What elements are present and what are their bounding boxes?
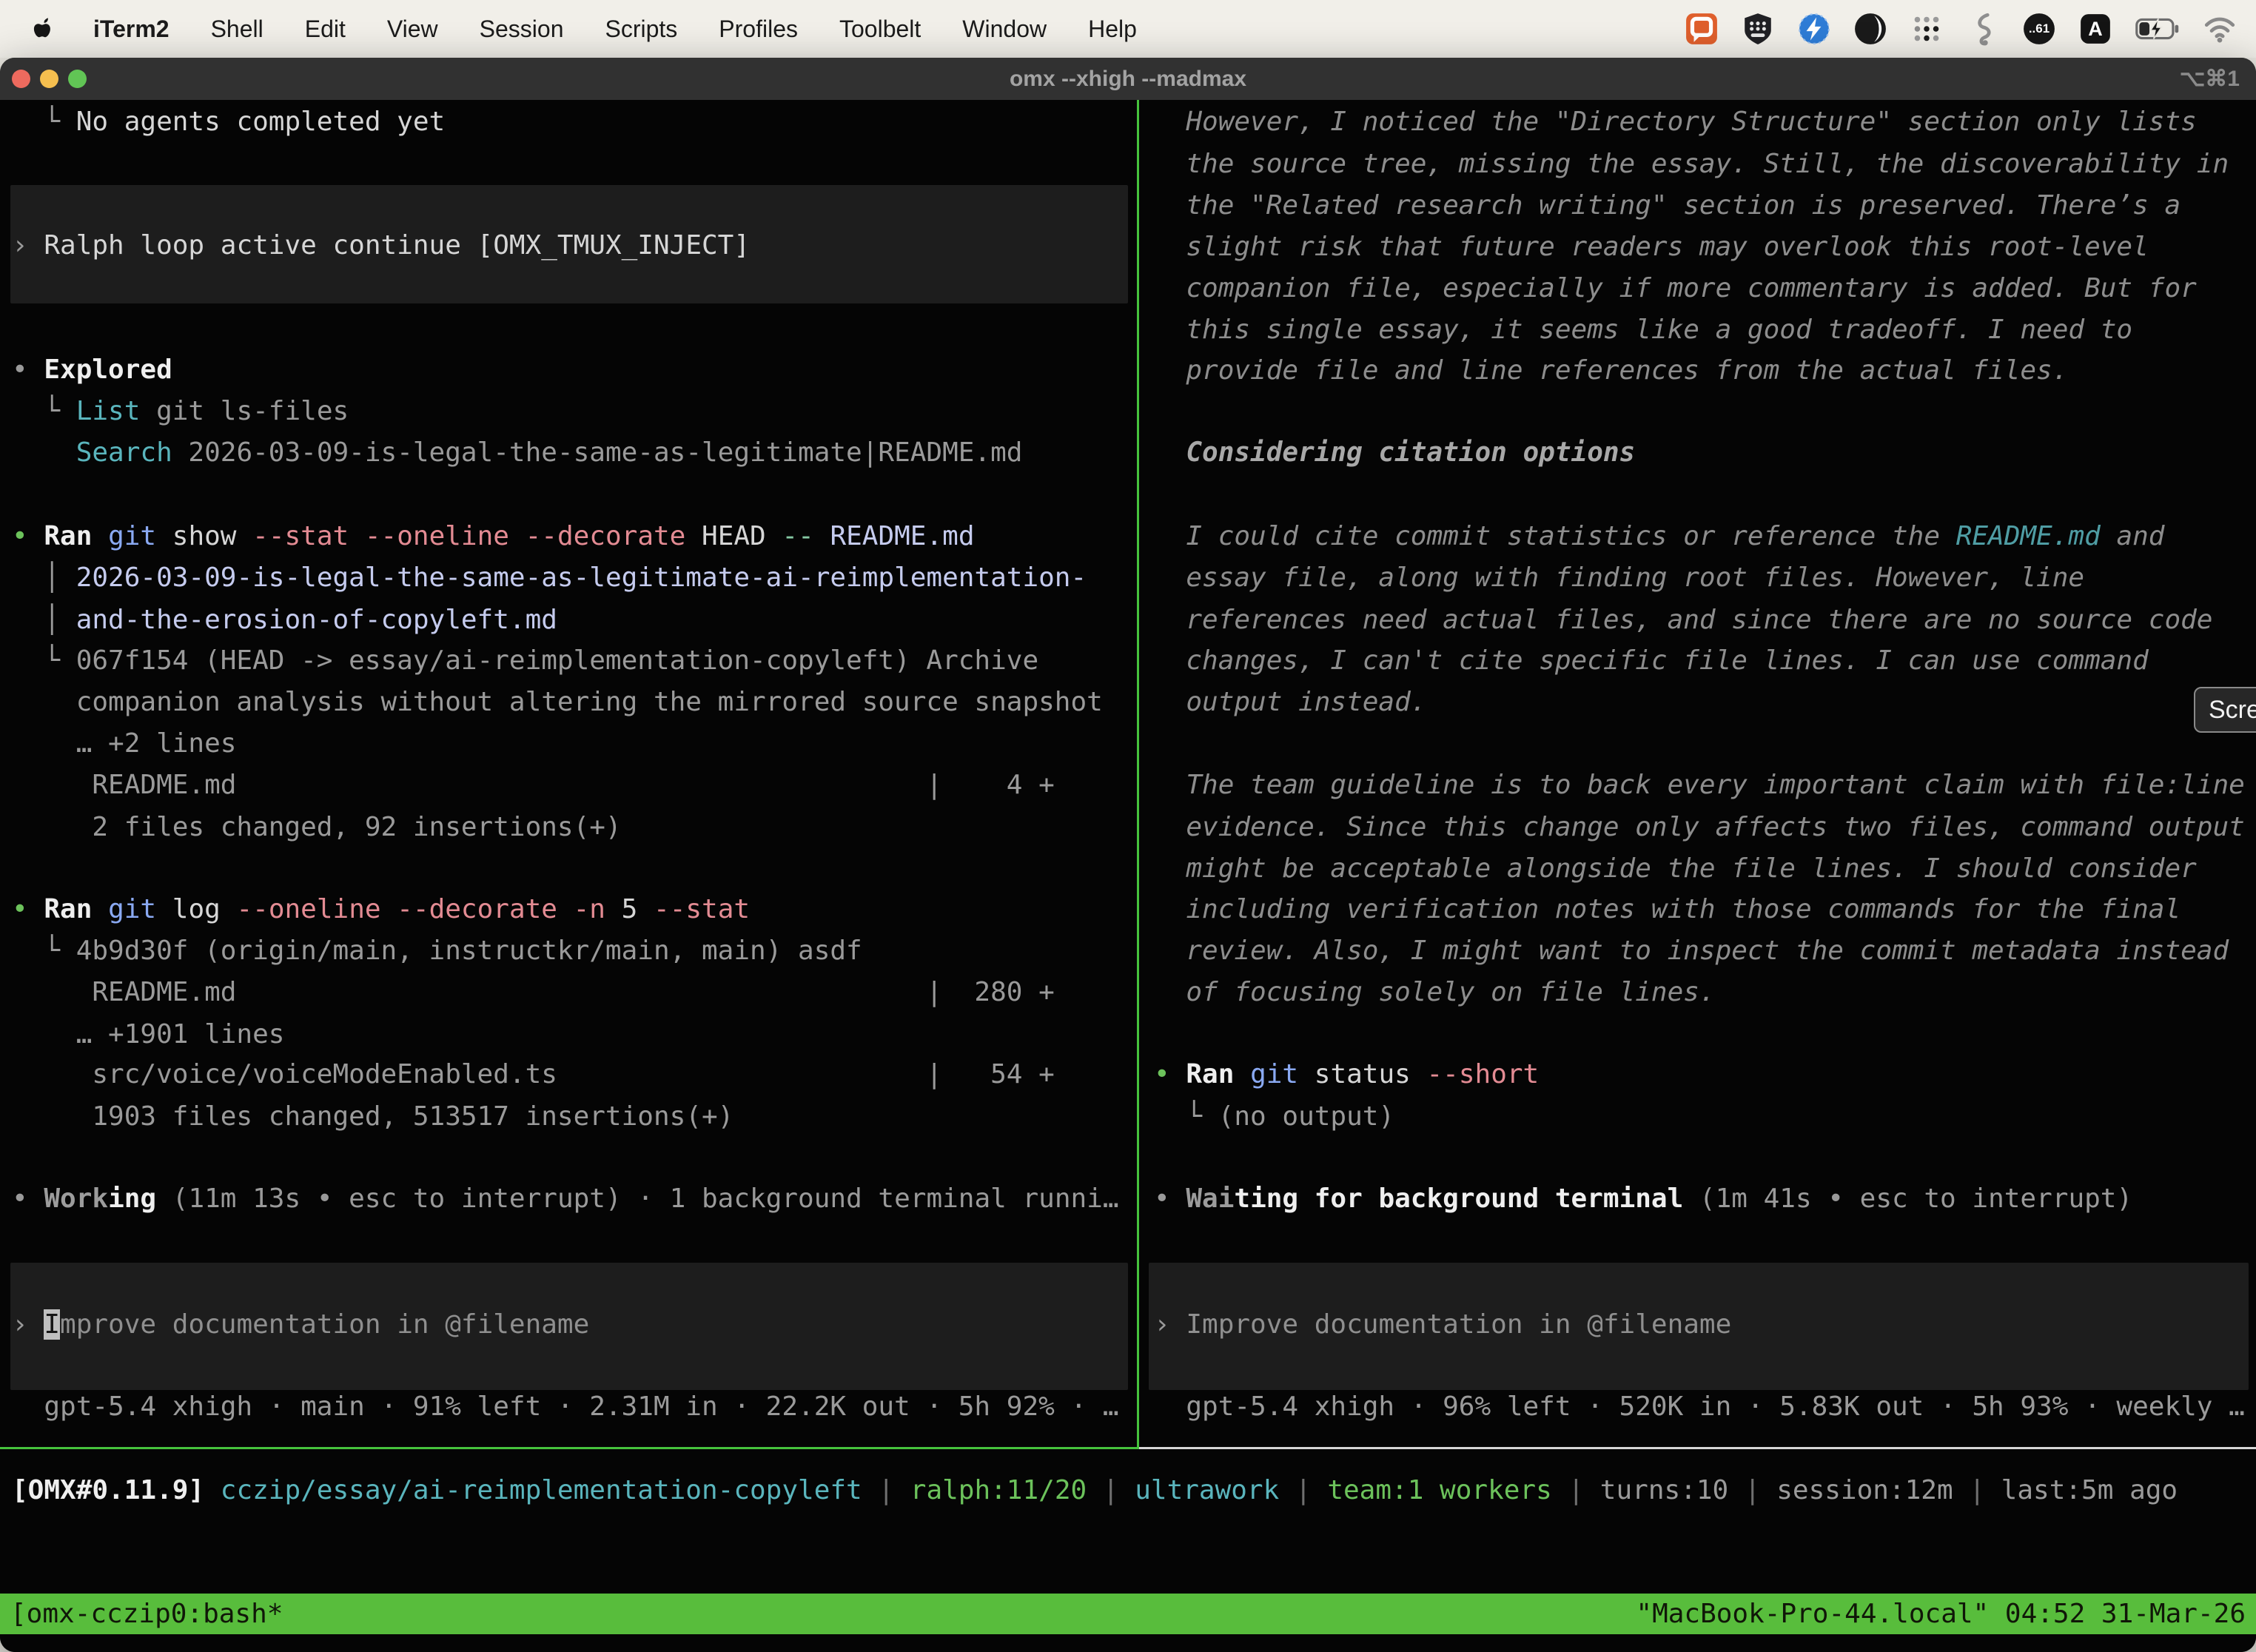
window-shortcut-badge: ⌥⌘1: [2180, 58, 2240, 100]
percent-badge-icon[interactable]: ..61: [2022, 12, 2056, 46]
menu-bar: iTerm2 Shell Edit View Session Scripts Profile…: [0, 0, 2256, 58]
battery-charging-icon[interactable]: [2135, 12, 2181, 46]
menu-item-iterm2[interactable]: iTerm2: [93, 16, 169, 43]
menu-item-profiles[interactable]: Profiles: [719, 16, 798, 43]
menu-status-icons: ..61 A: [1685, 12, 2237, 46]
dots-grid-icon[interactable]: [1910, 12, 1944, 46]
menu-item-scripts[interactable]: Scripts: [605, 16, 677, 43]
omx-status-pane: [OMX#0.11.9] cczip/essay/ai-reimplementa…: [0, 100, 2256, 1652]
a-app-icon[interactable]: A: [2078, 12, 2112, 46]
desktop: iTerm2 Shell Edit View Session Scripts Profile…: [0, 0, 2256, 1652]
menu-item-shell[interactable]: Shell: [211, 16, 263, 43]
menu-item-session[interactable]: Session: [480, 16, 564, 43]
overlay-tooltip: Scre: [2194, 687, 2256, 733]
percent-badge-label: ..61: [2022, 12, 2056, 46]
menu-items: iTerm2 Shell Edit View Session Scripts Profile…: [93, 16, 1137, 43]
menu-item-view[interactable]: View: [387, 16, 438, 43]
blue-bolt-app-icon[interactable]: [1797, 12, 1831, 46]
chat-app-icon[interactable]: [1685, 12, 1719, 46]
terminal-line: [OMX#0.11.9] cczip/essay/ai-reimplementa…: [12, 1470, 2178, 1511]
menu-item-toolbelt[interactable]: Toolbelt: [839, 16, 921, 43]
terminal-content[interactable]: └ No agents completed yet› Ralph loop ac…: [0, 100, 2256, 1652]
moon-app-icon[interactable]: [1853, 12, 1887, 46]
menu-item-help[interactable]: Help: [1088, 16, 1137, 43]
menu-item-window[interactable]: Window: [962, 16, 1047, 43]
a-badge-label: A: [2078, 12, 2112, 46]
iterm-window: omx --xhigh --madmax ⌥⌘1 └ No agents com…: [0, 58, 2256, 1652]
shield-app-icon[interactable]: [1741, 12, 1775, 46]
tmux-session-label: [omx-cczip0:bash*: [10, 1599, 283, 1629]
squiggle-app-icon[interactable]: [1966, 12, 2000, 46]
window-title: omx --xhigh --madmax: [0, 58, 2256, 100]
title-bar[interactable]: omx --xhigh --madmax ⌥⌘1: [0, 58, 2256, 101]
menu-item-edit[interactable]: Edit: [305, 16, 346, 43]
wifi-icon[interactable]: [2203, 12, 2237, 46]
apple-menu-icon[interactable]: [28, 13, 55, 44]
tmux-host-clock-label: "MacBook-Pro-44.local" 04:52 31-Mar-26: [1636, 1599, 2246, 1629]
tmux-status-bar: [omx-cczip0:bash* "MacBook-Pro-44.local"…: [0, 1594, 2256, 1634]
